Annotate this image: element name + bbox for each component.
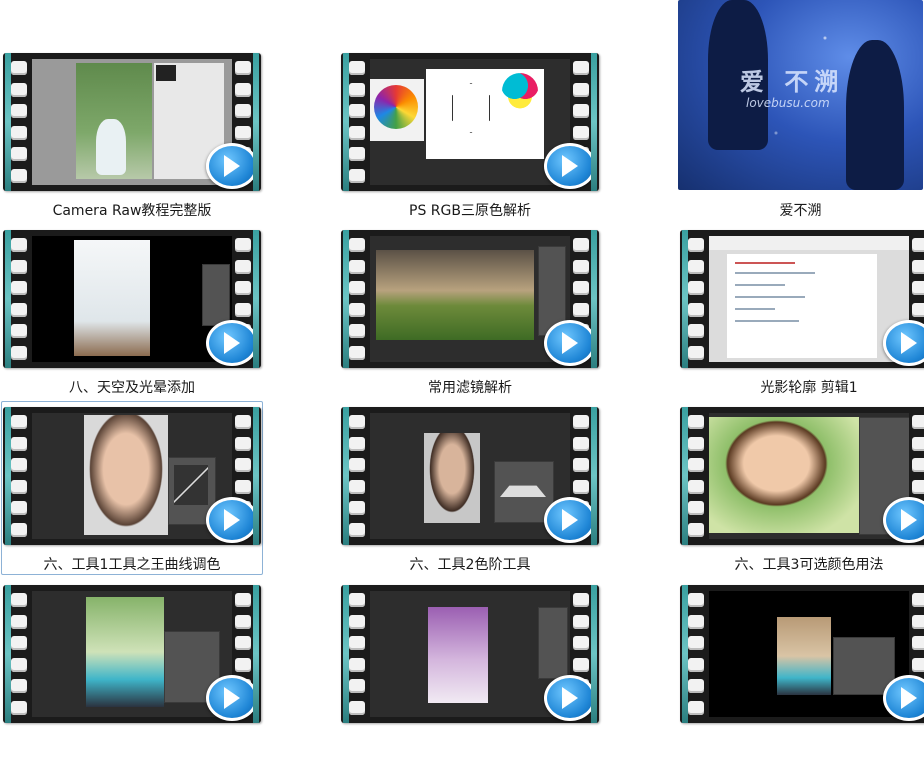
- play-icon[interactable]: [544, 497, 596, 543]
- play-icon[interactable]: [544, 675, 596, 721]
- video-thumbnail[interactable]: [3, 230, 261, 368]
- film-strip-frame: [3, 407, 261, 545]
- item-caption: 八、天空及光晕添加: [69, 380, 195, 396]
- item-caption: Camera Raw教程完整版: [52, 203, 212, 219]
- film-strip-frame: [341, 230, 599, 368]
- film-strip-frame: [341, 53, 599, 191]
- play-icon[interactable]: [206, 320, 258, 366]
- play-icon[interactable]: [206, 497, 258, 543]
- thumbnail-item-selected[interactable]: 六、工具1工具之王曲线调色: [1, 401, 263, 575]
- play-icon[interactable]: [206, 675, 258, 721]
- video-thumbnail[interactable]: [3, 585, 261, 723]
- thumbnail-item[interactable]: [678, 584, 924, 760]
- item-caption: 常用滤镜解析: [428, 380, 512, 396]
- thumbnail-item[interactable]: [1, 584, 263, 760]
- video-thumbnail[interactable]: [680, 585, 924, 723]
- video-thumbnail[interactable]: [680, 230, 924, 368]
- item-caption: 爱不溯: [779, 203, 822, 219]
- film-strip-frame: [341, 407, 599, 545]
- item-caption: PS RGB三原色解析: [409, 203, 531, 219]
- film-strip-frame: [680, 230, 924, 368]
- video-thumbnail[interactable]: [341, 407, 599, 545]
- play-icon[interactable]: [206, 143, 258, 189]
- watermark-url: lovebusu.com: [746, 96, 830, 110]
- film-strip-frame: [341, 585, 599, 723]
- thumbnail-item[interactable]: [339, 584, 601, 760]
- video-thumbnail[interactable]: [680, 407, 924, 545]
- video-thumbnail[interactable]: [341, 230, 599, 368]
- item-caption: 六、工具1工具之王曲线调色: [43, 557, 221, 573]
- image-thumbnail[interactable]: 爱 不溯 lovebusu.com: [678, 0, 923, 190]
- watermark-logo: 爱 不溯: [740, 68, 845, 96]
- item-caption: 光影轮廓 剪辑1: [760, 380, 858, 396]
- film-strip-frame: [680, 407, 924, 545]
- thumbnail-grid: Camera Raw教程完整版 PS RGB三原色解析 爱 不溯 lovebus: [0, 0, 924, 723]
- play-icon[interactable]: [544, 320, 596, 366]
- video-thumbnail[interactable]: [341, 585, 599, 723]
- video-thumbnail[interactable]: [341, 53, 599, 191]
- play-icon[interactable]: [544, 143, 596, 189]
- item-caption: 六、工具2色阶工具: [409, 557, 531, 573]
- video-thumbnail[interactable]: [3, 53, 261, 191]
- film-strip-frame: [680, 585, 924, 723]
- item-caption: 六、工具3可选颜色用法: [734, 557, 884, 573]
- film-strip-frame: [3, 53, 261, 191]
- video-thumbnail[interactable]: [3, 407, 261, 545]
- film-strip-frame: [3, 585, 261, 723]
- film-strip-frame: [3, 230, 261, 368]
